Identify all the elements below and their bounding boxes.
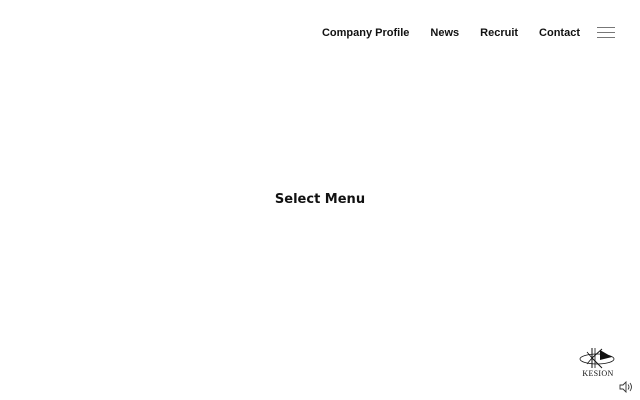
kesion-logo[interactable]: KESION: [578, 346, 618, 380]
hamburger-menu-icon[interactable]: [597, 26, 615, 39]
logo-mark-icon: [579, 348, 615, 369]
nav-item-news[interactable]: News: [430, 24, 459, 42]
hamburger-line: [597, 37, 615, 38]
hamburger-line: [597, 27, 615, 28]
hamburger-line: [597, 32, 615, 33]
page: Company Profile News Recruit Contact Sel…: [0, 0, 640, 400]
sound-toggle-icon[interactable]: [619, 381, 633, 393]
nav-item-contact[interactable]: Contact: [539, 24, 580, 42]
select-menu-title[interactable]: Select Menu: [0, 191, 640, 209]
logo-text: KESION: [582, 369, 614, 378]
nav-item-company-profile[interactable]: Company Profile: [322, 24, 409, 42]
nav-item-recruit[interactable]: Recruit: [480, 24, 518, 42]
top-nav: Company Profile News Recruit Contact: [322, 24, 580, 42]
